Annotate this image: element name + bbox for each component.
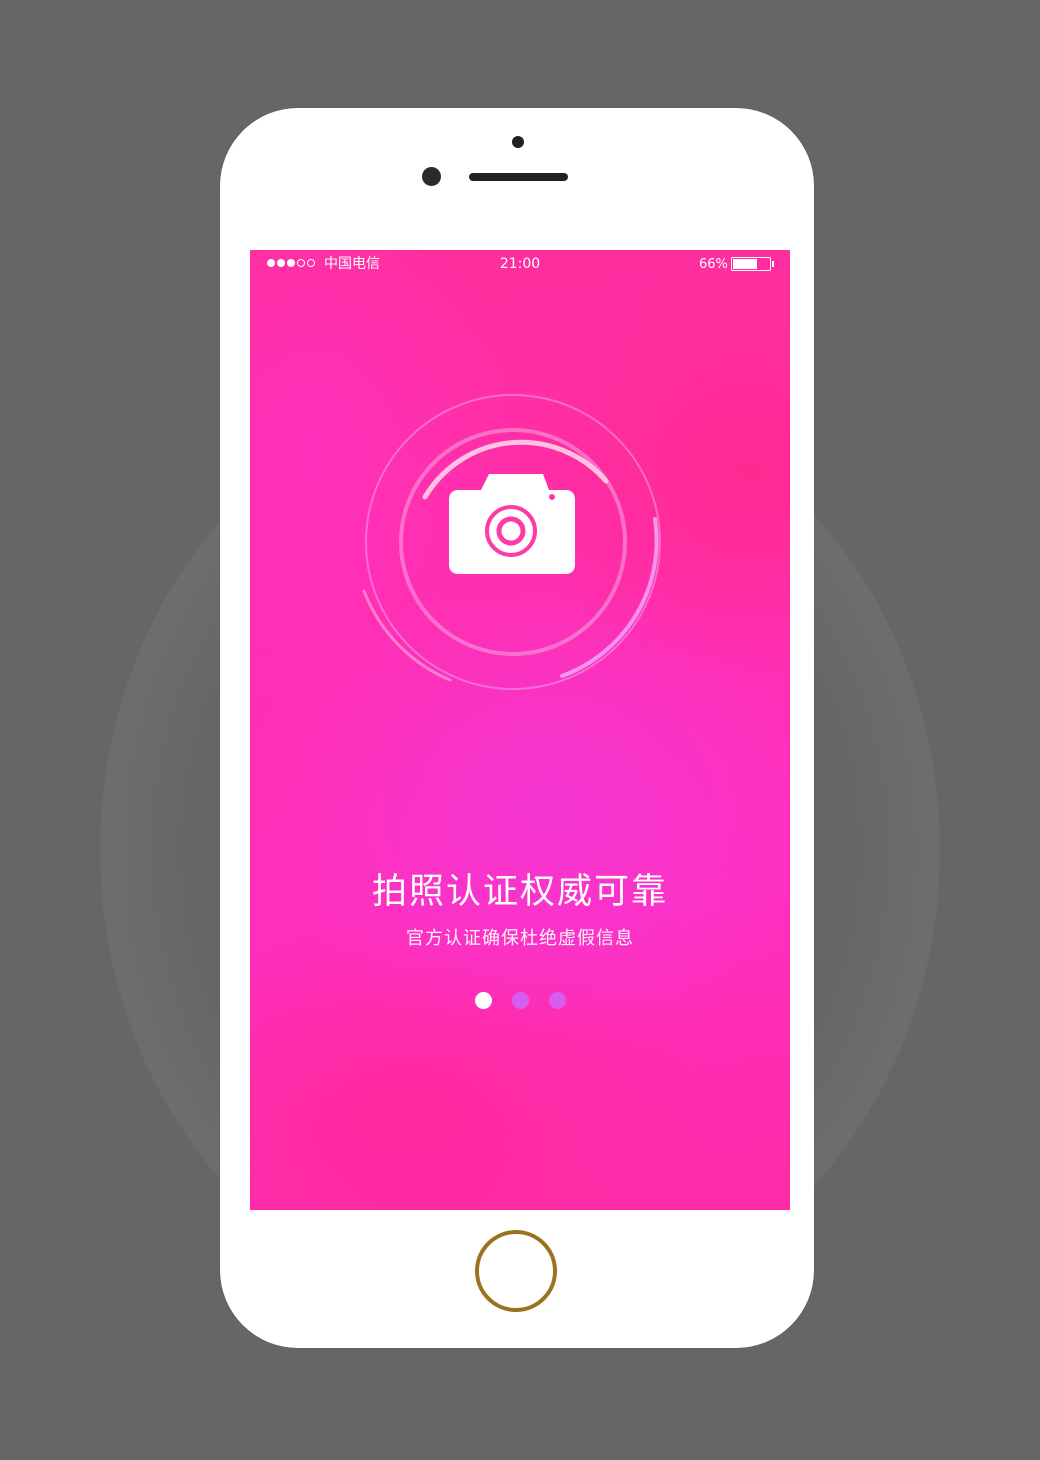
phone-device-frame: 中国电信 21:00 66% 拍照认证权威可靠 官方认证确保杜绝虚假信息 — [220, 108, 814, 1348]
onboarding-headline: 拍照认证权威可靠 — [371, 872, 668, 912]
camera-icon — [449, 474, 575, 574]
status-bar: 中国电信 21:00 66% — [250, 250, 790, 278]
onboarding-screen[interactable]: 中国电信 21:00 66% 拍照认证权威可靠 官方认证确保杜绝虚假信息 — [250, 250, 790, 1210]
page-indicator[interactable] — [250, 992, 790, 1009]
front-camera — [422, 167, 441, 186]
proximity-sensor — [512, 136, 524, 148]
page-dot-2[interactable] — [511, 992, 529, 1009]
battery-tip — [772, 261, 774, 267]
battery-icon — [731, 257, 771, 271]
page-dot-1[interactable] — [474, 992, 492, 1009]
hero-illustration — [340, 379, 700, 715]
home-button[interactable] — [475, 1230, 557, 1312]
page-dot-3[interactable] — [548, 992, 566, 1009]
onboarding-subline: 官方认证确保杜绝虚假信息 — [406, 928, 634, 949]
battery-percent: 66% — [699, 257, 728, 272]
battery-level-fill — [733, 259, 757, 269]
earpiece-speaker — [469, 173, 568, 181]
